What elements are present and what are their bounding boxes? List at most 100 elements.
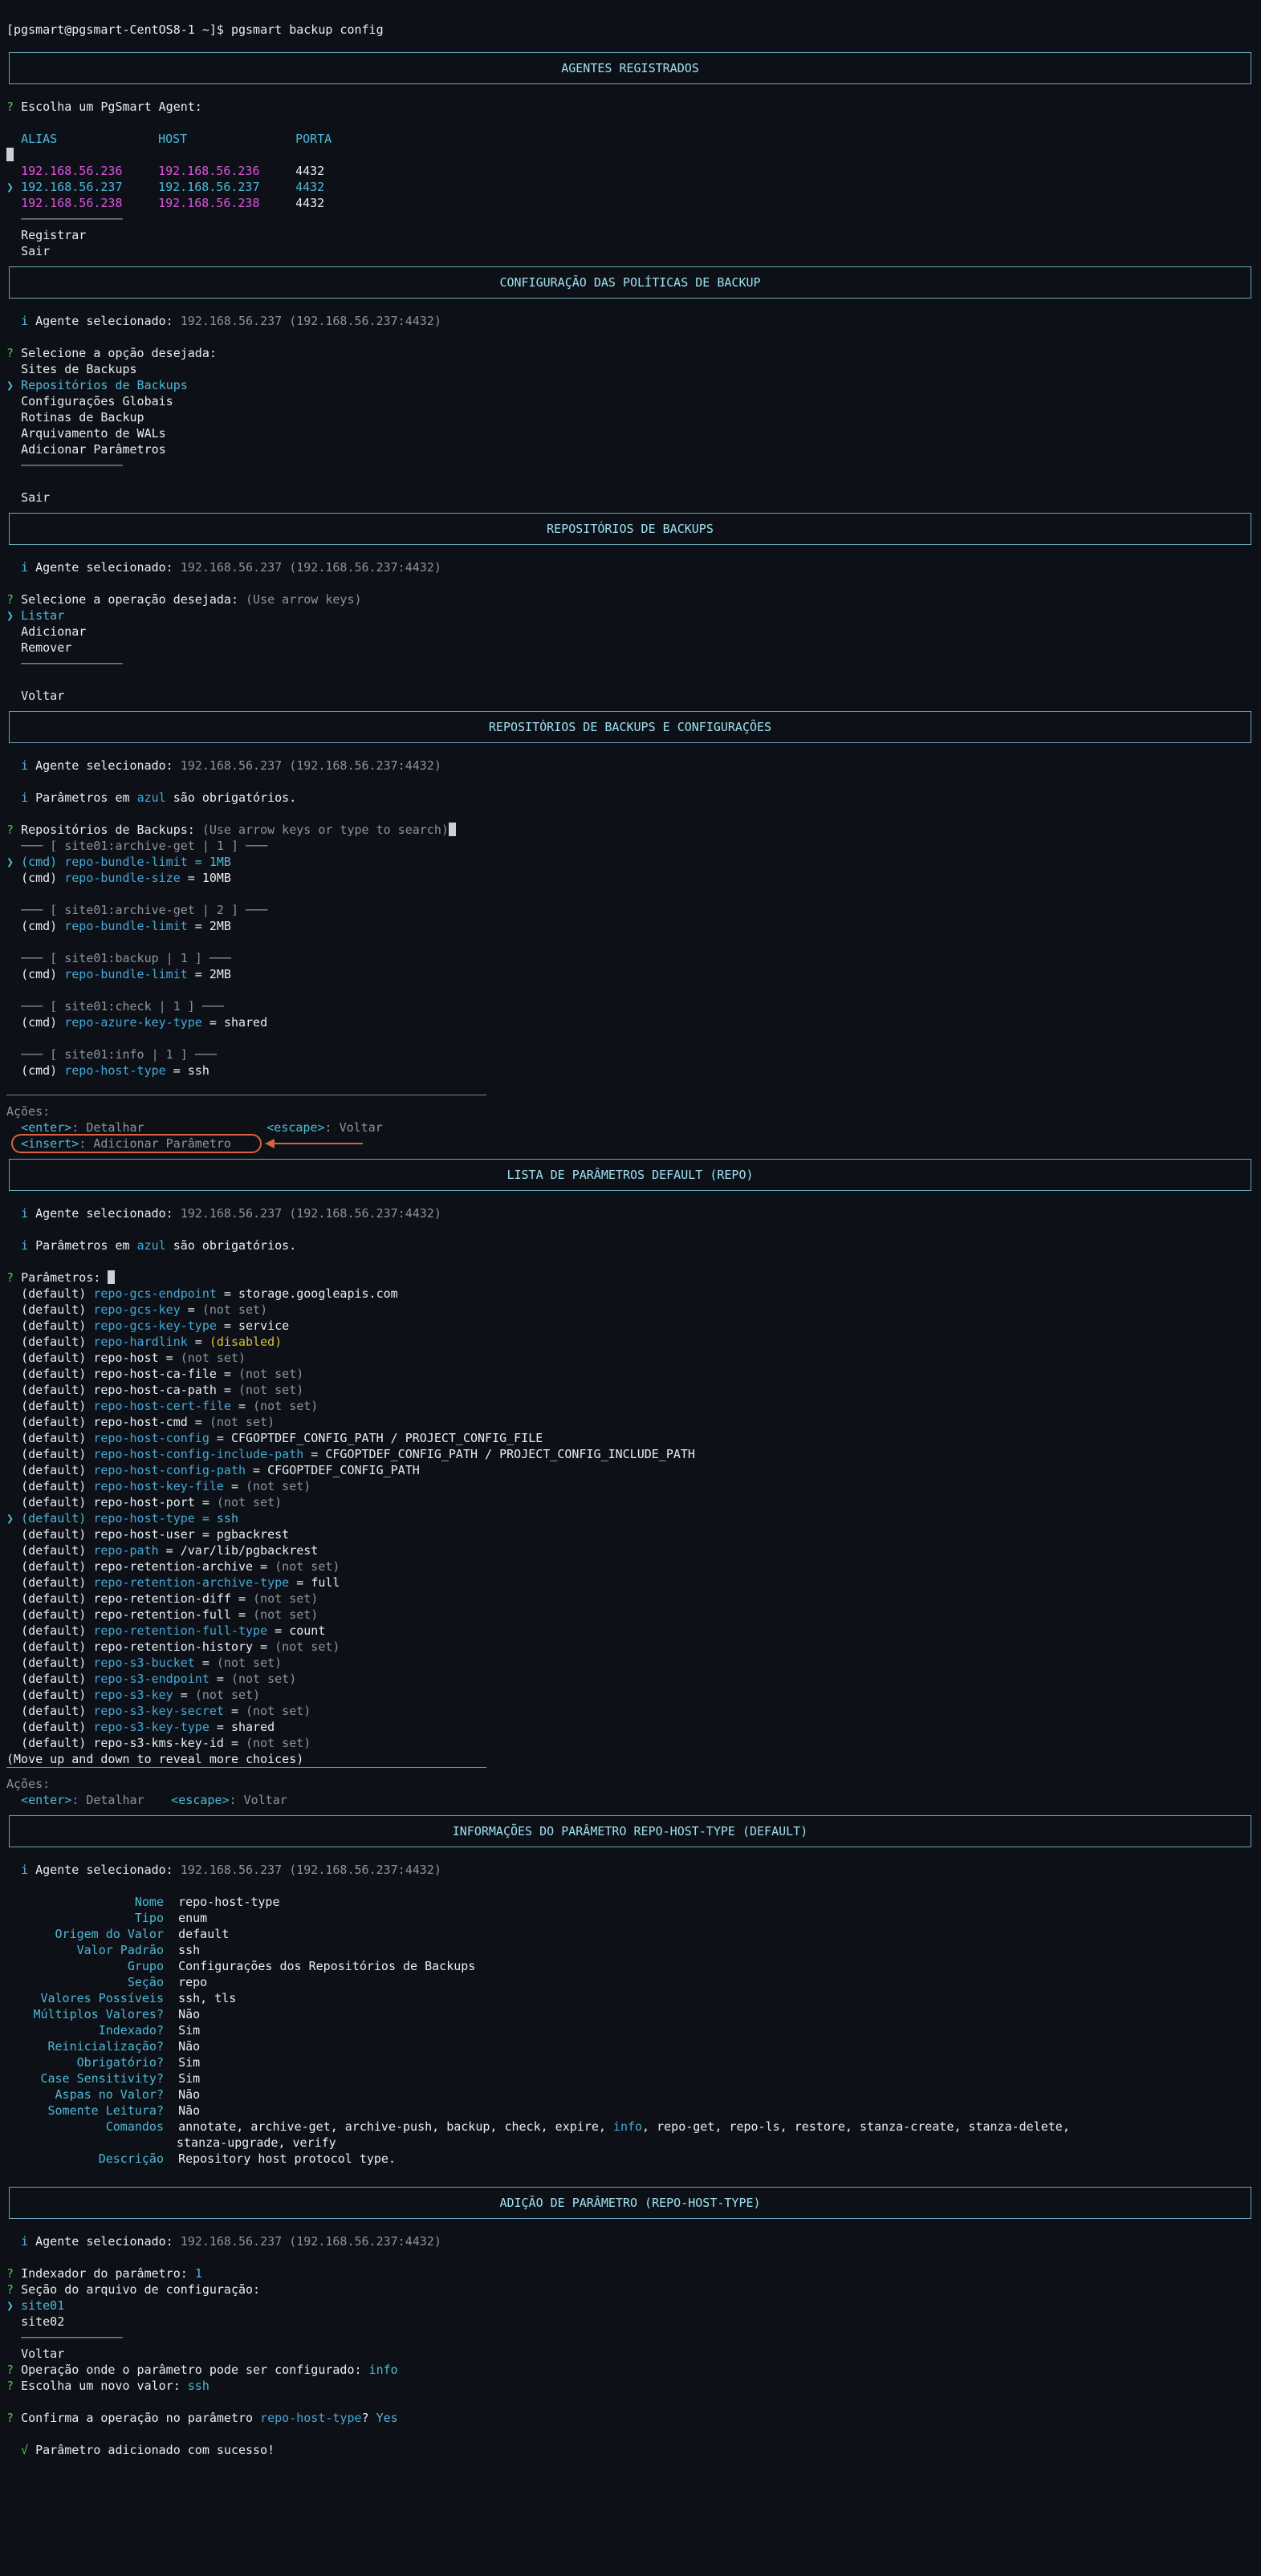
banner-politicas: CONFIGURAÇÃO DAS POLÍTICAS DE BACKUP [9,266,1251,299]
param-item[interactable]: (default) repo-s3-kms-key-id = (not set) [6,1735,1255,1751]
param-item[interactable]: (default) repo-s3-bucket = (not set) [6,1655,1255,1671]
item-value: shared [223,1015,268,1030]
param-item[interactable]: (default) repo-host-cmd = (not set) [6,1414,1255,1430]
policy-option[interactable]: Sites de Backups [6,361,1255,377]
item-name: repo-bundle-size [64,871,181,885]
param-item[interactable]: (default) repo-hardlink = (disabled) [6,1334,1255,1350]
param-item[interactable]: (default) repo-host-cert-file = (not set… [6,1398,1255,1414]
param-item[interactable]: (default) repo-retention-archive = (not … [6,1558,1255,1574]
operation-option[interactable]: Remover [6,640,1255,656]
info-row: Indexado? Sim [6,2022,1255,2038]
enter-key[interactable]: <enter> [21,1120,71,1135]
actions-row-2: <insert>: Adicionar Parâmetro [6,1134,1255,1153]
agent-option-register[interactable]: Registrar [6,227,1255,243]
agent-option-exit[interactable]: Sair [6,243,1255,259]
question-icon: ? [6,2266,14,2281]
agent-alias: 192.168.56.237 [21,180,123,194]
operation-separator: ────────────── [6,656,1255,672]
param-item[interactable]: (default) repo-retention-full-type = cou… [6,1623,1255,1639]
param-item[interactable]: ❯ (default) repo-host-type = ssh [6,1510,1255,1526]
param-item[interactable]: (default) repo-s3-key = (not set) [6,1687,1255,1703]
item-name: repo-bundle-limit [64,919,188,933]
operation-option[interactable]: Adicionar [6,624,1255,640]
param-item[interactable]: (default) repo-gcs-endpoint = storage.go… [6,1286,1255,1302]
repo-item[interactable]: (cmd) repo-azure-key-type = shared [6,1014,1255,1030]
site-option-site02[interactable]: site02 [6,2314,1255,2330]
param-item[interactable]: (default) repo-host-config-path = CFGOPT… [6,1462,1255,1478]
param-item[interactable]: (default) repo-host-ca-file = (not set) [6,1366,1255,1382]
param-eq: = [303,1447,326,1461]
param-value: (not set) [194,1688,261,1702]
operation-question: Operação onde o parâmetro pode ser confi… [21,2363,362,2377]
policy-option[interactable]: Adicionar Parâmetros [6,441,1255,457]
site-option-site01[interactable]: ❯ site01 [6,2298,1255,2314]
param-name: repo-s3-endpoint [93,1672,209,1686]
param-name: repo-s3-kms-key-id [93,1736,224,1750]
agent-selected-label: Agente selecionado: [35,2234,173,2249]
policy-option[interactable]: Configurações Globais [6,393,1255,409]
repo-item[interactable]: (cmd) repo-bundle-limit = 2MB [6,918,1255,934]
escape-key[interactable]: <escape> [171,1793,229,1807]
repo-item[interactable]: ❯ (cmd) repo-bundle-limit = 1MB [6,854,1255,870]
param-item[interactable]: (default) repo-host-port = (not set) [6,1494,1255,1510]
info-row: Case Sensitivity? Sim [6,2070,1255,2086]
param-item[interactable]: (default) repo-retention-archive-type = … [6,1574,1255,1591]
param-item[interactable]: (default) repo-host-user = pgbackrest [6,1526,1255,1542]
param-name: repo-host-ca-file [93,1367,217,1381]
item-tag: (cmd) [21,1015,65,1030]
policy-option[interactable]: ❯ Repositórios de Backups [6,377,1255,393]
agent-question: Escolha um PgSmart Agent: [21,100,202,114]
site-option-back[interactable]: Voltar [6,2346,1255,2362]
param-item[interactable]: (default) repo-s3-key-type = shared [6,1719,1255,1735]
param-item[interactable]: (default) repo-retention-full = (not set… [6,1607,1255,1623]
param-item[interactable]: (default) repo-host = (not set) [6,1350,1255,1366]
repo-item[interactable]: (cmd) repo-host-type = ssh [6,1062,1255,1079]
param-item[interactable]: (default) repo-host-ca-path = (not set) [6,1382,1255,1398]
note-blue-word: azul [136,1238,166,1253]
info-row-commands-cont: stanza-upgrade, verify [6,2135,1255,2151]
repo-hint: (Use arrow keys or type to search) [201,823,449,837]
policy-option[interactable]: Rotinas de Backup [6,409,1255,425]
repo-item[interactable]: (cmd) repo-bundle-limit = 2MB [6,966,1255,982]
info-label: Indexado? [98,2023,164,2038]
info-row: Reinicialização? Não [6,2038,1255,2054]
param-name: repo-retention-full-type [93,1623,268,1638]
agent-selected-value: 192.168.56.237 (192.168.56.237:4432) [180,560,441,575]
pointer-icon: ❯ [6,855,14,869]
param-item[interactable]: (default) repo-s3-endpoint = (not set) [6,1671,1255,1687]
question-icon: ? [6,823,14,837]
policy-option[interactable]: Arquivamento de WALs [6,425,1255,441]
param-item[interactable]: (default) repo-s3-key-secret = (not set) [6,1703,1255,1719]
enter-key[interactable]: <enter> [21,1793,71,1807]
agent-row[interactable]: ❯ 192.168.56.237 192.168.56.237 4432 [6,179,1255,195]
param-item[interactable]: (default) repo-retention-history = (not … [6,1639,1255,1655]
info-value: Sim [178,2055,201,2070]
param-item[interactable]: (default) repo-path = /var/lib/pgbackres… [6,1542,1255,1558]
param-name: repo-retention-archive-type [93,1575,290,1590]
param-item[interactable]: (default) repo-gcs-key = (not set) [6,1302,1255,1318]
param-item[interactable]: (default) repo-retention-diff = (not set… [6,1591,1255,1607]
param-tag: (default) [21,1559,94,1574]
operation-option[interactable]: ❯ Listar [6,607,1255,624]
param-eq: = [223,1479,246,1493]
banner-repo-config: REPOSITÓRIOS DE BACKUPS E CONFIGURAÇÕES [9,711,1251,743]
site-label: site01 [21,2298,65,2313]
operation-option-back[interactable]: Voltar [6,688,1255,704]
param-item[interactable]: (default) repo-host-key-file = (not set) [6,1478,1255,1494]
repo-item[interactable]: (cmd) repo-bundle-size = 10MB [6,870,1255,886]
repo-group-header: ─── [ site01:check | 1 ] ─── [6,998,1255,1014]
policy-option-exit[interactable]: Sair [6,490,1255,506]
agent-row[interactable]: 192.168.56.236 192.168.56.236 4432 [6,163,1255,179]
param-value: (not set) [238,1383,304,1397]
agent-row[interactable]: 192.168.56.238 192.168.56.238 4432 [6,195,1255,211]
param-item[interactable]: (default) repo-host-config-include-path … [6,1446,1255,1462]
param-name: repo-host-ca-path [93,1383,217,1397]
param-item[interactable]: (default) repo-host-config = CFGOPTDEF_C… [6,1430,1255,1446]
param-item[interactable]: (default) repo-gcs-key-type = service [6,1318,1255,1334]
escape-key[interactable]: <escape> [266,1120,324,1135]
exit-label: Sair [21,490,51,505]
param-tag: (default) [21,1672,94,1686]
info-label: Origem do Valor [55,1927,164,1941]
param-name: repo-host [93,1351,159,1365]
info-icon: i [21,560,29,575]
